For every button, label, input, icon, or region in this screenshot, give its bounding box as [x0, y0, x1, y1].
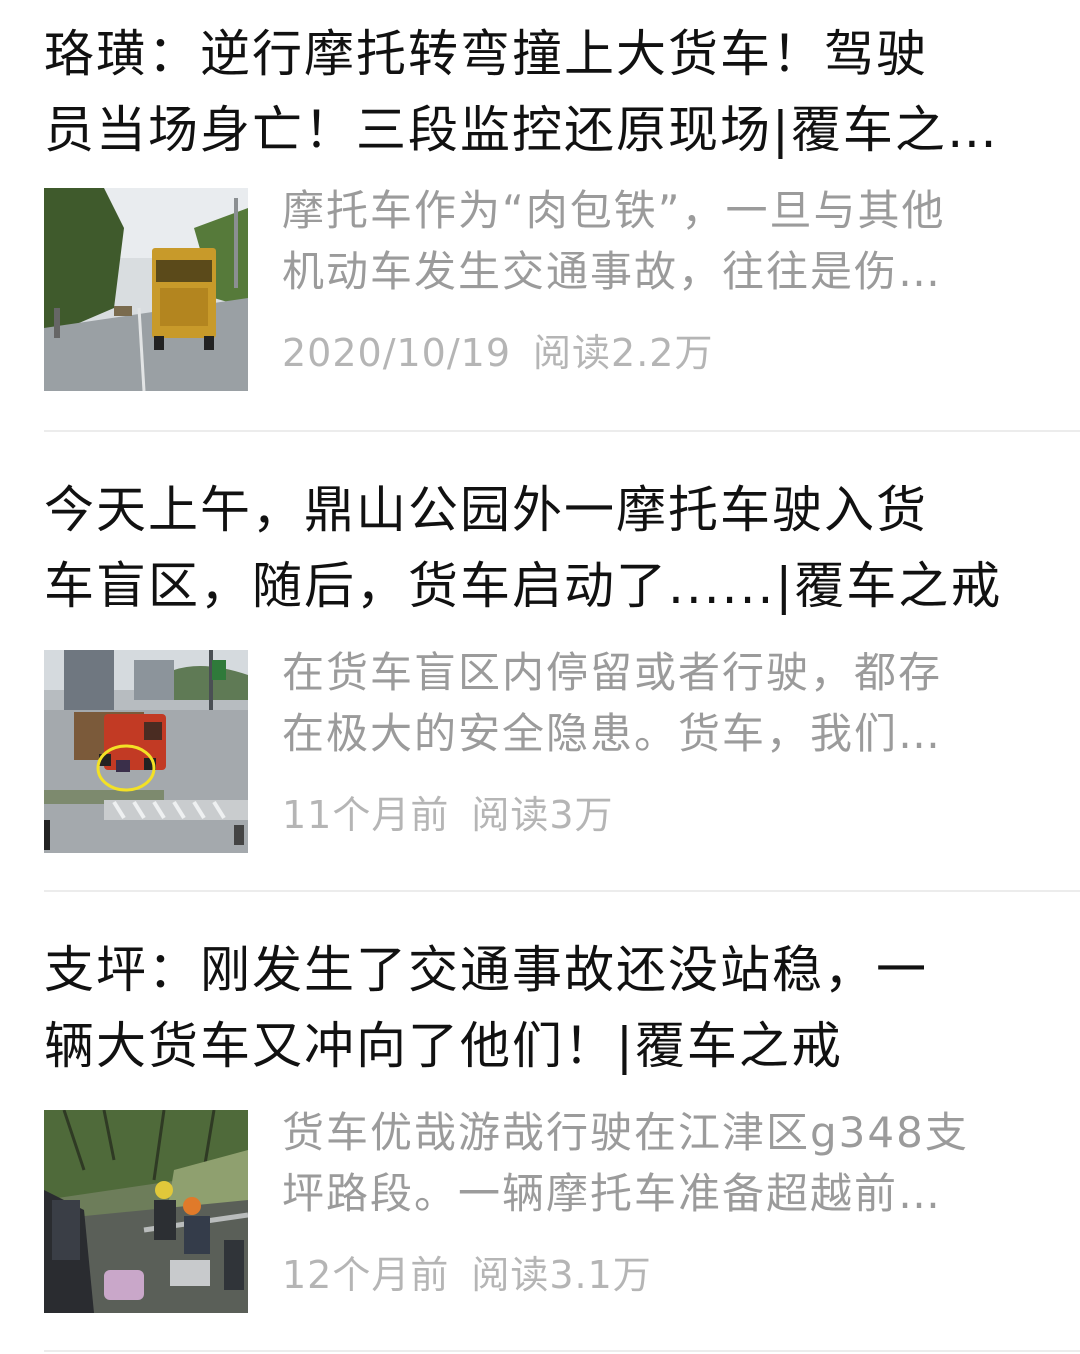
article-summary-line-2: 在极大的安全隐患。货车，我们… [282, 709, 943, 758]
article-summary-line-1: 摩托车作为“肉包铁”，一旦与其他 [282, 186, 946, 235]
article-card-1[interactable]: 珞璜：逆行摩托转弯撞上大货车！驾驶 员当场身亡！三段监控还原现场|覆车之… 摩托… [0, 0, 1080, 432]
red-truck-intersection-photo-icon [44, 650, 248, 853]
article-meta: 11个月前 阅读3万 [282, 790, 614, 840]
article-summary-line-1: 货车优哉游哉行驶在江津区g348支 [282, 1108, 969, 1157]
article-title[interactable]: 今天上午，鼎山公园外一摩托车驶入货 车盲区，随后，货车启动了......|覆车之… [44, 472, 1044, 624]
article-title-line-2: 车盲区，随后，货车启动了......|覆车之戒 [44, 557, 1003, 615]
article-date: 12个月前 [282, 1253, 450, 1297]
article-views: 阅读3.1万 [471, 1253, 652, 1297]
article-title[interactable]: 珞璜：逆行摩托转弯撞上大货车！驾驶 员当场身亡！三段监控还原现场|覆车之… [44, 16, 1044, 168]
yellow-truck-on-road-photo-icon [44, 188, 248, 391]
article-title-line-1: 支坪：刚发生了交通事故还没站稳，一 [44, 941, 928, 999]
article-meta: 12个月前 阅读3.1万 [282, 1250, 652, 1300]
article-meta: 2020/10/19 阅读2.2万 [282, 328, 713, 378]
article-summary: 货车优哉游哉行驶在江津区g348支 坪路段。一辆摩托车准备超越前… [282, 1102, 1042, 1224]
article-thumbnail[interactable] [44, 188, 248, 391]
article-thumbnail[interactable] [44, 1110, 248, 1313]
article-summary-line-2: 机动车发生交通事故，往往是伤… [282, 247, 943, 296]
roadside-accident-photo-icon [44, 1110, 248, 1313]
article-summary-line-2: 坪路段。一辆摩托车准备超越前… [282, 1169, 943, 1218]
article-title-line-1: 今天上午，鼎山公园外一摩托车驶入货 [44, 481, 928, 539]
article-summary: 摩托车作为“肉包铁”，一旦与其他 机动车发生交通事故，往往是伤… [282, 180, 1042, 302]
article-title[interactable]: 支坪：刚发生了交通事故还没站稳，一 辆大货车又冲向了他们！|覆车之戒 [44, 932, 1044, 1084]
article-title-line-2: 辆大货车又冲向了他们！|覆车之戒 [44, 1017, 843, 1075]
article-summary: 在货车盲区内停留或者行驶，都存 在极大的安全隐患。货车，我们… [282, 642, 1042, 764]
article-card-2[interactable]: 今天上午，鼎山公园外一摩托车驶入货 车盲区，随后，货车启动了......|覆车之… [0, 432, 1080, 892]
article-date: 11个月前 [282, 793, 450, 837]
article-feed: 珞璜：逆行摩托转弯撞上大货车！驾驶 员当场身亡！三段监控还原现场|覆车之… 摩托… [0, 0, 1080, 1354]
divider [44, 1350, 1080, 1352]
article-views: 阅读2.2万 [533, 331, 714, 375]
article-title-line-2: 员当场身亡！三段监控还原现场|覆车之… [44, 101, 999, 159]
article-summary-line-1: 在货车盲区内停留或者行驶，都存 [282, 648, 943, 697]
article-card-3[interactable]: 支坪：刚发生了交通事故还没站稳，一 辆大货车又冲向了他们！|覆车之戒 货车优哉游… [0, 892, 1080, 1354]
article-title-line-1: 珞璜：逆行摩托转弯撞上大货车！驾驶 [44, 25, 928, 83]
article-views: 阅读3万 [471, 793, 614, 837]
article-date: 2020/10/19 [282, 331, 512, 375]
article-thumbnail[interactable] [44, 650, 248, 853]
